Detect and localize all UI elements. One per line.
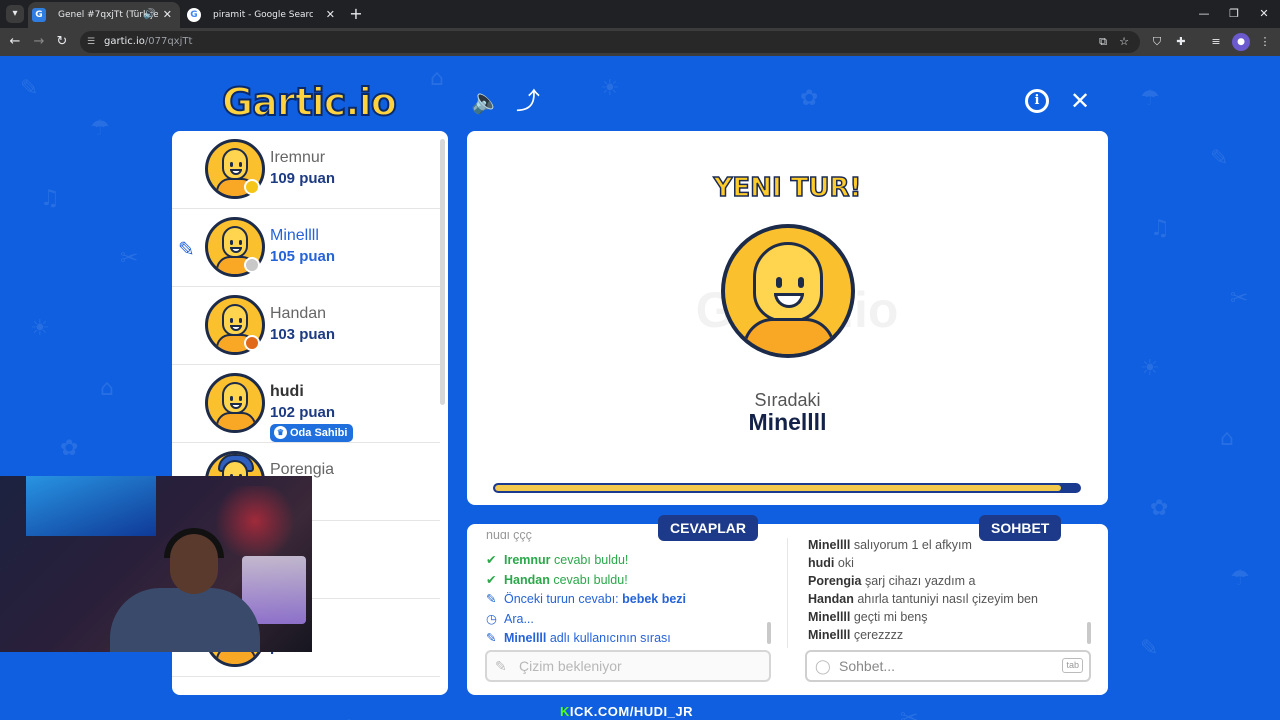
sound-icon[interactable]: 🔈 bbox=[471, 86, 501, 116]
url-path: /077qxjTt bbox=[144, 36, 193, 47]
webcam-overlay bbox=[0, 476, 312, 652]
tab-search-button[interactable]: ▾ bbox=[6, 5, 24, 23]
check-icon: ✔ bbox=[486, 553, 497, 567]
bookmark-star-icon[interactable]: ☆ bbox=[1115, 33, 1133, 51]
chat-input[interactable]: ◯ Sohbet... tab bbox=[805, 650, 1091, 682]
install-app-icon[interactable]: ⧉ bbox=[1094, 33, 1112, 51]
forward-icon[interactable]: → bbox=[29, 32, 49, 52]
player-score: 109 puan bbox=[270, 170, 336, 187]
check-icon: ✔ bbox=[486, 572, 497, 587]
player-row[interactable]: Iremnur 109 puan bbox=[172, 131, 440, 209]
tab-gartic[interactable]: G Genel #7qxjTt (Türkçe) - Ga 🔊 ✕ bbox=[28, 2, 180, 28]
tab-title: piramit - Google Search bbox=[213, 10, 313, 20]
chat-message: Minellll geçti mi benş bbox=[808, 610, 928, 624]
answer-message: ◷ Ara... bbox=[486, 611, 534, 626]
room-owner-label: Oda Sahibi bbox=[290, 427, 348, 439]
player-row[interactable]: ✎ Minellll 105 puan bbox=[172, 209, 440, 287]
info-icon[interactable]: i bbox=[1025, 89, 1049, 113]
answers-scrollbar[interactable] bbox=[767, 622, 771, 644]
chat-message: hudi oki bbox=[808, 556, 854, 570]
answer-message: ✎ Minellll adlı kullanıcının sırası bbox=[486, 631, 671, 646]
close-icon[interactable]: ✕ bbox=[1065, 86, 1095, 116]
player-name: hudi bbox=[270, 383, 304, 400]
pencil-icon: ✎ bbox=[495, 658, 507, 674]
answers-log: hudi ççç ✔ Iremnur cevabı buldu! ✔ Handan ce… bbox=[486, 532, 772, 646]
tab-google-search[interactable]: G piramit - Google Search ✕ bbox=[183, 2, 343, 28]
shield-extension-icon[interactable]: ⛉ bbox=[1148, 33, 1166, 51]
answer-message: ✔ Iremnur cevabı buldu! bbox=[486, 553, 629, 567]
answer-message: ✔ Handan cevabı buldu! bbox=[486, 572, 628, 587]
stream-url-banner: KICK.COM/HUDI_JR bbox=[560, 704, 693, 719]
chat-log: Minellll salıyorum 1 el afkyım hudi oki Po… bbox=[808, 534, 1088, 646]
player-score: 103 puan bbox=[270, 326, 336, 343]
chat-placeholder: Sohbet... bbox=[839, 658, 896, 674]
new-tab-button[interactable]: + bbox=[346, 4, 366, 24]
player-avatar bbox=[205, 373, 265, 433]
address-bar[interactable]: ☰ gartic.io/077qxjTt bbox=[80, 31, 1140, 53]
chat-message: Porengia şarj cihazı yazdım a bbox=[808, 574, 976, 588]
player-row[interactable]: hudi 102 puan ♛ Oda Sahibi bbox=[172, 365, 440, 443]
player-name: Iremnur bbox=[270, 149, 326, 166]
pencil-icon: ✎ bbox=[486, 631, 497, 646]
google-favicon: G bbox=[187, 8, 201, 22]
player-status-dot bbox=[244, 335, 260, 351]
back-icon[interactable]: ← bbox=[5, 32, 25, 52]
new-round-headline: YENI TUR! bbox=[713, 172, 862, 204]
reload-icon[interactable]: ↻ bbox=[52, 32, 72, 52]
answer-message: hudi ççç bbox=[486, 532, 532, 542]
player-score: 105 puan bbox=[270, 248, 336, 265]
room-owner-badge: ♛ Oda Sahibi bbox=[270, 424, 354, 442]
answer-input[interactable]: ✎ Çizim bekleniyor bbox=[485, 650, 771, 682]
close-tab-icon[interactable]: ✕ bbox=[163, 2, 172, 28]
answer-placeholder: Çizim bekleniyor bbox=[519, 658, 622, 674]
player-status-dot bbox=[244, 179, 260, 195]
player-list-scrollbar[interactable] bbox=[440, 139, 445, 405]
browser-toolbar: ← → ↻ ☰ gartic.io/077qxjTt ⧉ ☆ ⛉ ✚ ≡ ● ⋮ bbox=[0, 28, 1280, 56]
chat-message: Minellll salıyorum 1 el afkyım bbox=[808, 538, 972, 552]
gartic-logo[interactable]: Gartic.io bbox=[221, 79, 402, 125]
panel-divider bbox=[787, 538, 788, 648]
media-control-icon[interactable]: ≡ bbox=[1207, 33, 1225, 51]
restore-icon[interactable]: ❐ bbox=[1222, 4, 1246, 24]
audio-playing-icon[interactable]: 🔊 bbox=[144, 2, 156, 28]
round-timer-bar bbox=[493, 483, 1081, 493]
player-status-dot bbox=[244, 257, 260, 273]
player-score: 102 puan bbox=[270, 404, 336, 421]
url-host: gartic.io bbox=[104, 36, 145, 47]
tab-key-hint: tab bbox=[1062, 658, 1083, 673]
minimize-icon[interactable]: — bbox=[1192, 4, 1216, 24]
clock-icon: ◷ bbox=[486, 611, 497, 626]
chat-scrollbar[interactable] bbox=[1087, 622, 1091, 644]
player-name: Minellll bbox=[270, 227, 319, 244]
round-timer-fill bbox=[495, 485, 1062, 491]
stream-url-text: ICK.COM/HUDI_JR bbox=[569, 704, 693, 719]
profile-avatar-icon[interactable]: ● bbox=[1232, 33, 1250, 51]
chat-message: Minellll çerezzzz bbox=[808, 628, 904, 642]
chat-message: Handan ahırla tantuniyi nasıl çizeyim be… bbox=[808, 592, 1038, 606]
chat-bubble-icon: ◯ bbox=[815, 658, 831, 674]
game-canvas[interactable]: Gartic.io YENI TUR! Sıradaki Minellll bbox=[467, 131, 1108, 505]
answer-message: ✎ Önceki turun cevabı: bebek bezi bbox=[486, 592, 687, 607]
extensions-puzzle-icon[interactable]: ✚ bbox=[1172, 33, 1190, 51]
site-info-icon[interactable]: ☰ bbox=[87, 31, 95, 53]
crown-icon: ♛ bbox=[274, 426, 287, 439]
drawing-pencil-icon: ✎ bbox=[178, 237, 195, 261]
player-name: Handan bbox=[270, 305, 327, 322]
close-window-icon[interactable]: ✕ bbox=[1252, 4, 1276, 24]
browser-tab-bar: ▾ G Genel #7qxjTt (Türkçe) - Ga 🔊 ✕ G pi… bbox=[0, 0, 1280, 28]
player-row[interactable]: Handan 103 puan bbox=[172, 287, 440, 365]
gartic-favicon: G bbox=[32, 8, 46, 22]
share-icon[interactable]: ⤴ bbox=[513, 86, 543, 116]
pencil-icon: ✎ bbox=[486, 592, 497, 607]
browser-menu-icon[interactable]: ⋮ bbox=[1256, 33, 1274, 51]
close-tab-icon[interactable]: ✕ bbox=[326, 2, 335, 28]
next-label: Sıradaki bbox=[754, 390, 821, 410]
next-player-avatar bbox=[721, 224, 855, 358]
next-player-name: Minellll bbox=[748, 409, 827, 435]
